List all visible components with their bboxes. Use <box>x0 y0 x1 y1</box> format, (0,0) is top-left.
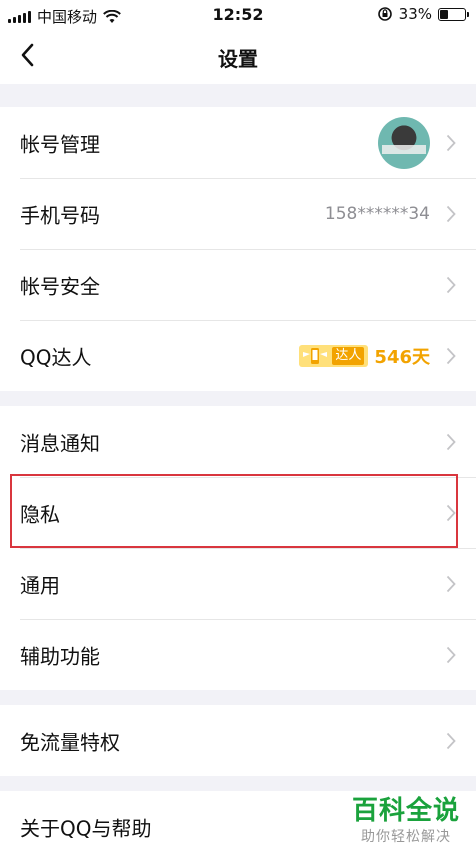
row-privacy[interactable]: 隐私 <box>0 477 476 548</box>
chevron-right-icon <box>446 575 456 592</box>
row-general[interactable]: 通用 <box>0 548 476 619</box>
battery-percent: 33% <box>398 5 432 23</box>
chevron-right-icon <box>446 347 456 364</box>
row-label: 免流量特权 <box>20 730 120 754</box>
row-free-data[interactable]: 免流量特权 <box>0 705 476 776</box>
row-label: QQ达人 <box>20 345 92 369</box>
row-notifications[interactable]: 消息通知 <box>0 406 476 477</box>
chevron-right-icon <box>446 134 456 151</box>
row-account-management[interactable]: 帐号管理 <box>0 107 476 178</box>
row-label: 手机号码 <box>20 203 100 227</box>
nav-bar: 设置 <box>0 30 476 84</box>
winged-phone-icon <box>303 347 328 364</box>
row-label: 帐号管理 <box>20 132 100 156</box>
page-title: 设置 <box>218 47 258 71</box>
row-label: 关于QQ与帮助 <box>20 816 152 840</box>
qq-expert-badge: 达人 <box>299 344 369 367</box>
row-accessibility[interactable]: 辅助功能 <box>0 619 476 690</box>
watermark-main: 百科全说 <box>351 796 460 826</box>
settings-group-account: 帐号管理 手机号码 158******34 帐号安全 QQ达人 达人 546天 <box>0 107 476 391</box>
avatar <box>378 116 430 169</box>
row-label: 辅助功能 <box>20 644 100 668</box>
qq-expert-info: 达人 546天 <box>299 343 430 369</box>
row-label: 隐私 <box>20 502 60 526</box>
qq-expert-days: 546天 <box>374 346 430 368</box>
status-bar: 中国移动 12:52 33% <box>0 0 476 30</box>
watermark: 百科全说 助你轻松解决 <box>352 796 460 846</box>
settings-group-general: 消息通知 隐私 通用 辅助功能 <box>0 406 476 690</box>
row-phone-number[interactable]: 手机号码 158******34 <box>0 178 476 249</box>
row-account-security[interactable]: 帐号安全 <box>0 249 476 320</box>
watermark-sub: 助你轻松解决 <box>360 829 451 845</box>
chevron-right-icon <box>446 504 456 521</box>
row-qq-expert[interactable]: QQ达人 达人 546天 <box>0 320 476 391</box>
chevron-right-icon <box>446 276 456 293</box>
phone-number-value: 158******34 <box>324 203 430 224</box>
settings-group-data: 免流量特权 <box>0 705 476 776</box>
qq-expert-badge-label: 达人 <box>332 346 365 365</box>
row-label: 通用 <box>20 573 60 597</box>
orientation-lock-icon <box>377 7 392 21</box>
chevron-right-icon <box>446 433 456 450</box>
chevron-right-icon <box>446 732 456 749</box>
row-label: 帐号安全 <box>20 274 100 298</box>
battery-icon <box>438 7 469 21</box>
row-label: 消息通知 <box>20 431 100 455</box>
chevron-right-icon <box>446 646 456 663</box>
chevron-right-icon <box>446 205 456 222</box>
